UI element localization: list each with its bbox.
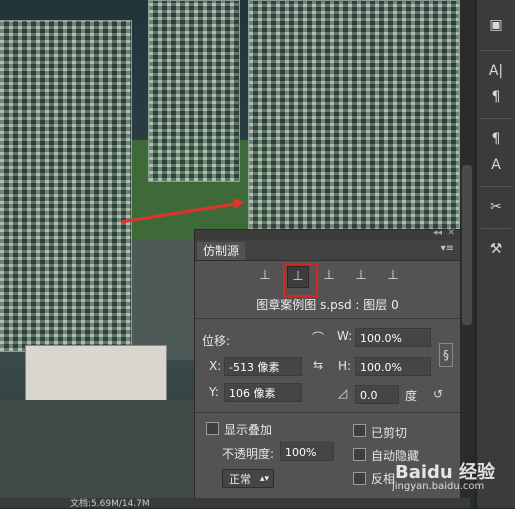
x-label: X:: [209, 359, 222, 373]
character-styles-icon[interactable]: A: [483, 154, 509, 176]
watermark-url: jingyan.baidu.com: [392, 481, 485, 492]
collapse-icon[interactable]: ◂◂: [433, 228, 442, 238]
doc-info: 文档:5.69M/14.7M: [70, 499, 150, 509]
clone-source-1-icon[interactable]: ⊥: [255, 266, 275, 286]
scrollbar-thumb[interactable]: [462, 165, 472, 325]
opacity-field[interactable]: 100%: [280, 442, 334, 461]
chevron-down-icon: ▴▾: [259, 474, 269, 484]
w-label: W:: [337, 329, 353, 343]
clone-source-4-icon[interactable]: ⊥: [351, 266, 371, 286]
panel-titlebar[interactable]: ◂◂ ✕: [195, 228, 460, 240]
reset-icon[interactable]: ↺: [433, 387, 443, 401]
h-label: H:: [338, 359, 352, 373]
auto-hide-checkbox[interactable]: [353, 448, 366, 461]
paragraph-styles-icon[interactable]: ¶: [483, 128, 509, 150]
menu-icon[interactable]: ▾≡: [441, 243, 454, 254]
x-offset-field[interactable]: -513 像素: [224, 357, 302, 376]
panel-dock: ▣ A| ¶ ¶ A ✂ ⚒: [476, 0, 515, 508]
y-label: Y:: [209, 385, 219, 399]
divider: [195, 318, 460, 319]
panel-tabbar: 仿制源 ▾≡: [195, 240, 460, 261]
dock-divider: [481, 50, 511, 51]
clipped-checkbox[interactable]: [353, 424, 366, 437]
opacity-label: 不透明度:: [222, 447, 275, 461]
divider: [195, 412, 460, 413]
y-offset-field[interactable]: 106 像素: [224, 383, 302, 402]
building-left: [0, 20, 132, 352]
status-bar: 文档:5.69M/14.7M: [0, 498, 470, 509]
clone-source-3-icon[interactable]: ⊥: [319, 266, 339, 286]
building-right: [248, 0, 460, 232]
highlight-box: [283, 263, 318, 297]
link-icon[interactable]: §: [439, 343, 453, 367]
tool-presets-icon[interactable]: ✂: [483, 196, 509, 218]
dock-divider: [481, 118, 511, 119]
show-overlay-label: 显示叠加: [224, 423, 273, 437]
history-icon[interactable]: ▣: [483, 14, 509, 36]
degree-label: 度: [405, 389, 418, 403]
height-field[interactable]: 100.0%: [355, 357, 431, 376]
invert-checkbox[interactable]: [353, 472, 366, 485]
blend-mode-select[interactable]: 正常 ▴▾: [222, 469, 274, 488]
width-field[interactable]: 100.0%: [355, 328, 431, 347]
road-lower: [0, 400, 200, 500]
building-center: [148, 0, 240, 182]
tab-clone-source[interactable]: 仿制源: [197, 242, 246, 260]
offset-label: 位移:: [202, 334, 231, 348]
swap-icon[interactable]: ⇆: [313, 358, 323, 372]
clipped-label: 已剪切: [371, 426, 408, 440]
dock-divider: [481, 228, 511, 229]
flip-icon[interactable]: ⌒: [312, 329, 324, 346]
blend-mode-value: 正常: [229, 473, 251, 486]
dock-divider: [481, 186, 511, 187]
clone-source-5-icon[interactable]: ⊥: [383, 266, 403, 286]
source-file-label: 图章案例图 s.psd : 图层 0: [256, 298, 399, 312]
angle-field[interactable]: 0.0: [355, 385, 399, 404]
clone-source-panel-icon[interactable]: ⚒: [483, 238, 509, 260]
show-overlay-checkbox[interactable]: [206, 422, 219, 435]
paragraph-panel-icon[interactable]: ¶: [483, 86, 509, 108]
angle-icon: ◿: [338, 386, 348, 400]
close-icon[interactable]: ✕: [447, 228, 455, 238]
character-panel-icon[interactable]: A|: [483, 60, 509, 82]
